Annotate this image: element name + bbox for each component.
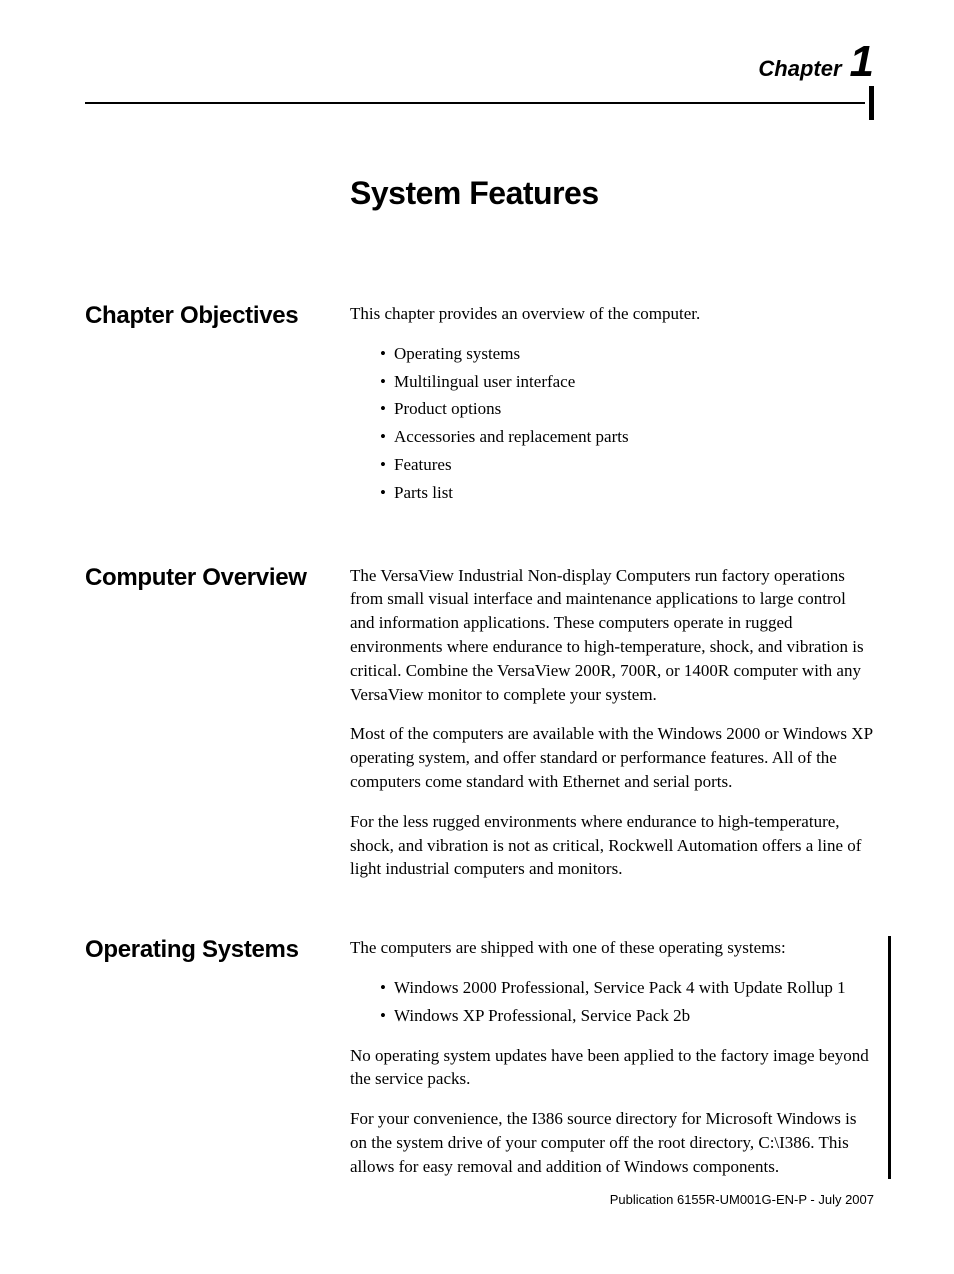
horizontal-rule (85, 102, 865, 104)
os-p3: For your convenience, the I386 source di… (350, 1107, 871, 1178)
chapter-banner: Chapter 1 (85, 40, 874, 84)
overview-p3: For the less rugged environments where e… (350, 810, 874, 881)
section-chapter-objectives: Chapter Objectives This chapter provides… (85, 302, 874, 509)
objectives-list: Operating systems Multilingual user inte… (350, 342, 874, 505)
os-list: Windows 2000 Professional, Service Pack … (350, 976, 871, 1028)
list-item: Operating systems (380, 342, 874, 366)
rule-endcap (869, 86, 874, 120)
overview-p2: Most of the computers are available with… (350, 722, 874, 793)
chapter-number: 1 (850, 40, 874, 84)
section-heading: Computer Overview (85, 564, 350, 882)
list-item: Parts list (380, 481, 874, 505)
page-title: System Features (350, 175, 874, 212)
list-item: Multilingual user interface (380, 370, 874, 394)
list-item: Windows 2000 Professional, Service Pack … (380, 976, 871, 1000)
section-operating-systems: Operating Systems The computers are ship… (85, 936, 874, 1178)
objectives-intro: This chapter provides an overview of the… (350, 302, 874, 326)
list-item: Accessories and replacement parts (380, 425, 874, 449)
overview-p1: The VersaView Industrial Non-display Com… (350, 564, 874, 707)
section-computer-overview: Computer Overview The VersaView Industri… (85, 564, 874, 882)
publication-footer: Publication 6155R-UM001G-EN-P - July 200… (610, 1192, 874, 1207)
chapter-word: Chapter (758, 56, 841, 82)
section-heading: Operating Systems (85, 936, 350, 1178)
section-body: This chapter provides an overview of the… (350, 302, 874, 509)
section-body: The computers are shipped with one of th… (350, 936, 891, 1178)
list-item: Product options (380, 397, 874, 421)
list-item: Features (380, 453, 874, 477)
section-body: The VersaView Industrial Non-display Com… (350, 564, 874, 882)
section-heading: Chapter Objectives (85, 302, 350, 509)
chapter-rule (85, 86, 874, 120)
os-p2: No operating system updates have been ap… (350, 1044, 871, 1092)
os-intro: The computers are shipped with one of th… (350, 936, 871, 960)
document-page: Chapter 1 System Features Chapter Object… (0, 0, 954, 1274)
list-item: Windows XP Professional, Service Pack 2b (380, 1004, 871, 1028)
